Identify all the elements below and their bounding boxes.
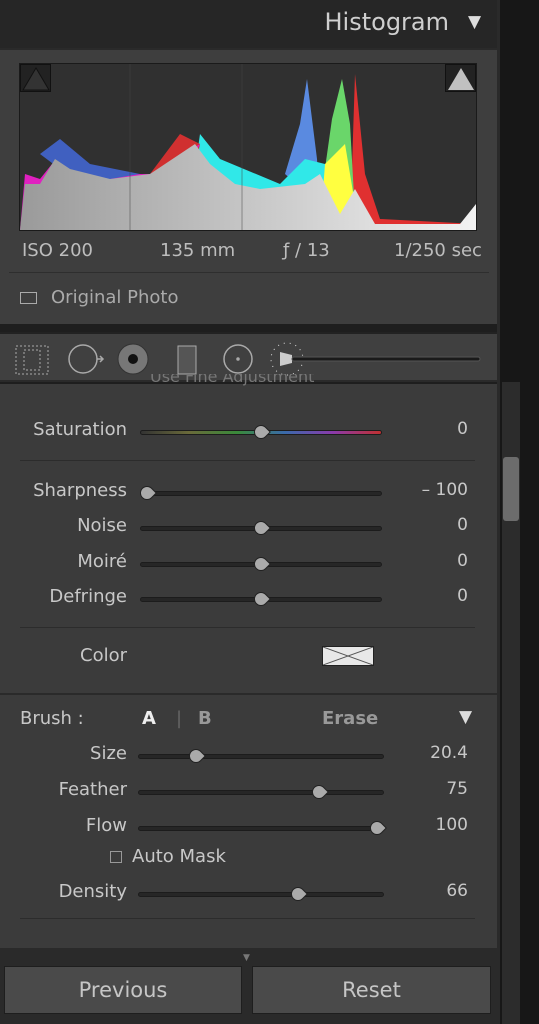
- brush-density-slider[interactable]: [138, 892, 384, 897]
- color-swatch[interactable]: [322, 646, 374, 666]
- auto-mask-toggle[interactable]: Auto Mask: [110, 846, 226, 867]
- brush-flow-value: 100: [435, 815, 468, 835]
- brush-density-label: Density: [58, 881, 127, 902]
- panel-title: Histogram: [324, 8, 450, 36]
- brush-size-value: 20.4: [430, 743, 468, 763]
- noise-label: Noise: [77, 515, 127, 536]
- aperture: ƒ / 13: [283, 240, 330, 261]
- defringe-value: 0: [457, 586, 468, 606]
- graduated-filter-icon[interactable]: [177, 345, 197, 375]
- brush-flow-slider[interactable]: [138, 826, 384, 831]
- focal-length: 135 mm: [160, 240, 236, 261]
- divider: [20, 460, 475, 461]
- sharpness-label: Sharpness: [33, 480, 127, 501]
- triangle-down-icon: ▼: [243, 953, 250, 963]
- original-photo-toggle[interactable]: Original Photo: [20, 287, 179, 308]
- shutter-speed: 1/250 sec: [394, 240, 482, 261]
- original-photo-label: Original Photo: [51, 287, 179, 308]
- brush-erase-tab[interactable]: Erase: [322, 708, 378, 729]
- brush-size-slider[interactable]: [138, 754, 384, 759]
- defringe-label: Defringe: [49, 586, 127, 607]
- fine-adjust-label: Use Fine Adjustment: [150, 374, 315, 386]
- divider: [20, 627, 475, 628]
- brush-feather-value: 75: [446, 779, 468, 799]
- checkbox[interactable]: [110, 850, 122, 863]
- previous-button[interactable]: Previous: [4, 966, 242, 1014]
- saturation-label: Saturation: [33, 419, 127, 440]
- brush-size-label: Size: [90, 743, 127, 764]
- brush-a-tab[interactable]: A: [142, 708, 156, 729]
- moir-label: Moiré: [77, 551, 127, 572]
- adjustment-content: [0, 384, 497, 948]
- radial-filter-icon[interactable]: [223, 344, 253, 374]
- shadow-clipping-toggle[interactable]: [20, 64, 51, 92]
- sharpness-slider[interactable]: [140, 491, 382, 496]
- reset-button[interactable]: Reset: [252, 966, 491, 1014]
- brush-b-tab[interactable]: B: [198, 708, 212, 729]
- brush-feather-slider[interactable]: [138, 790, 384, 795]
- brush-density-value: 66: [446, 881, 468, 901]
- triangle-down-icon[interactable]: ▼: [459, 707, 472, 727]
- brush-feather-label: Feather: [58, 779, 127, 800]
- sharpness-value: – 100: [421, 480, 468, 500]
- histogram-graph[interactable]: [19, 63, 477, 231]
- checkbox[interactable]: [20, 291, 37, 304]
- divider: [9, 272, 489, 273]
- tab-separator: |: [176, 708, 183, 729]
- spot-removal-icon[interactable]: [68, 344, 105, 374]
- red-eye-icon[interactable]: [117, 343, 149, 375]
- noise-value: 0: [457, 515, 468, 535]
- triangle-down-icon[interactable]: ▼: [468, 12, 481, 32]
- auto-mask-label: Auto Mask: [132, 846, 226, 867]
- brush-flow-label: Flow: [85, 815, 127, 836]
- adjustment-brush-icon[interactable]: [270, 342, 481, 376]
- highlight-clipping-toggle[interactable]: [445, 64, 476, 92]
- color-label: Color: [80, 645, 127, 666]
- moir-value: 0: [457, 551, 468, 571]
- crop-overlay-icon[interactable]: [15, 345, 49, 375]
- scrollbar-thumb[interactable]: [503, 457, 519, 521]
- brush-label: Brush :: [20, 708, 84, 729]
- saturation-value: 0: [457, 419, 468, 439]
- iso-value: ISO 200: [22, 240, 93, 261]
- divider: [20, 918, 475, 919]
- divider: [0, 693, 497, 695]
